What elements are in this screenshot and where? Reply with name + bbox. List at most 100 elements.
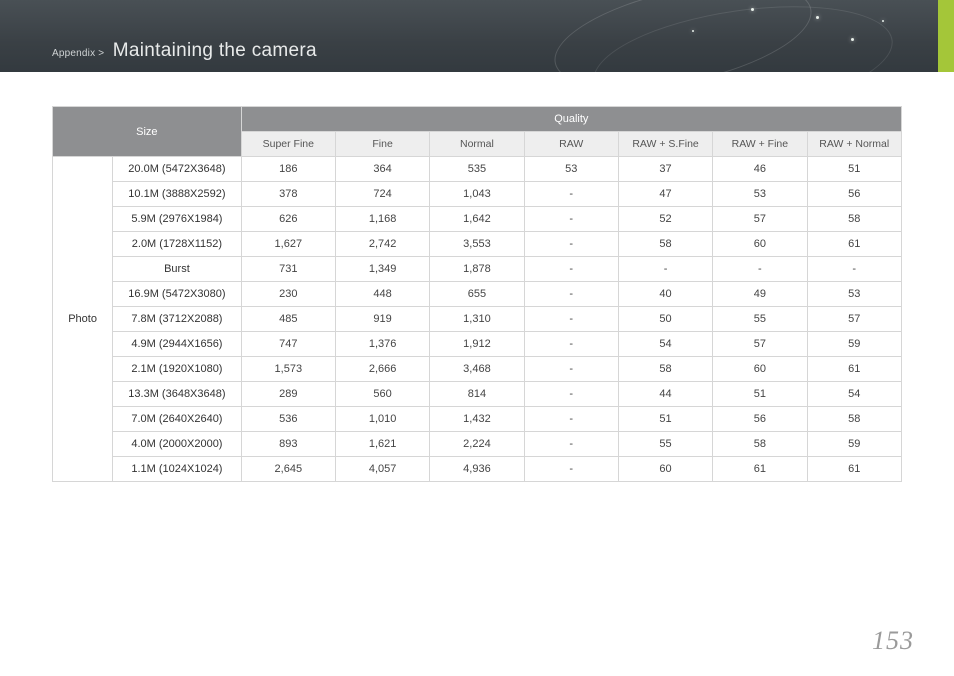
value-cell: 60 bbox=[618, 457, 712, 482]
value-cell: 814 bbox=[430, 382, 524, 407]
th-quality-col: RAW bbox=[524, 132, 618, 157]
value-cell: 626 bbox=[241, 207, 335, 232]
value-cell: 2,645 bbox=[241, 457, 335, 482]
value-cell: 655 bbox=[430, 282, 524, 307]
value-cell: 61 bbox=[807, 457, 901, 482]
value-cell: 1,010 bbox=[335, 407, 429, 432]
value-cell: 58 bbox=[618, 357, 712, 382]
sparkle-icon bbox=[882, 20, 884, 22]
value-cell: 1,432 bbox=[430, 407, 524, 432]
th-size: Size bbox=[53, 107, 242, 157]
table-row: 1.1M (1024X1024)2,6454,0574,936-606161 bbox=[53, 457, 902, 482]
value-cell: 485 bbox=[241, 307, 335, 332]
value-cell: - bbox=[524, 457, 618, 482]
value-cell: 186 bbox=[241, 157, 335, 182]
value-cell: - bbox=[524, 407, 618, 432]
value-cell: 57 bbox=[807, 307, 901, 332]
size-cell: 16.9M (5472X3080) bbox=[113, 282, 241, 307]
value-cell: 1,878 bbox=[430, 257, 524, 282]
size-cell: 2.1M (1920X1080) bbox=[113, 357, 241, 382]
table-row: 5.9M (2976X1984)6261,1681,642-525758 bbox=[53, 207, 902, 232]
value-cell: 46 bbox=[713, 157, 807, 182]
value-cell: - bbox=[618, 257, 712, 282]
value-cell: 1,642 bbox=[430, 207, 524, 232]
value-cell: 724 bbox=[335, 182, 429, 207]
size-cell: 7.0M (2640X2640) bbox=[113, 407, 241, 432]
value-cell: 60 bbox=[713, 232, 807, 257]
th-quality-col: RAW + Normal bbox=[807, 132, 901, 157]
value-cell: 2,224 bbox=[430, 432, 524, 457]
table-row: 2.1M (1920X1080)1,5732,6663,468-586061 bbox=[53, 357, 902, 382]
size-cell: 13.3M (3648X3648) bbox=[113, 382, 241, 407]
table-row: 4.0M (2000X2000)8931,6212,224-555859 bbox=[53, 432, 902, 457]
size-cell: 5.9M (2976X1984) bbox=[113, 207, 241, 232]
value-cell: 54 bbox=[618, 332, 712, 357]
size-cell: 1.1M (1024X1024) bbox=[113, 457, 241, 482]
table-row: Photo20.0M (5472X3648)18636453553374651 bbox=[53, 157, 902, 182]
breadcrumb-prefix: Appendix > bbox=[52, 48, 104, 59]
breadcrumb: Appendix > Maintaining the camera bbox=[52, 40, 317, 62]
value-cell: 364 bbox=[335, 157, 429, 182]
value-cell: 61 bbox=[807, 232, 901, 257]
value-cell: 55 bbox=[713, 307, 807, 332]
table-row: 7.0M (2640X2640)5361,0101,432-515658 bbox=[53, 407, 902, 432]
page-body: Size Quality Super FineFineNormalRAWRAW … bbox=[0, 72, 954, 482]
value-cell: 378 bbox=[241, 182, 335, 207]
value-cell: 44 bbox=[618, 382, 712, 407]
sparkle-icon bbox=[751, 8, 754, 11]
value-cell: 56 bbox=[807, 182, 901, 207]
value-cell: 3,553 bbox=[430, 232, 524, 257]
value-cell: 51 bbox=[807, 157, 901, 182]
value-cell: - bbox=[524, 207, 618, 232]
value-cell: - bbox=[524, 282, 618, 307]
value-cell: 731 bbox=[241, 257, 335, 282]
value-cell: 747 bbox=[241, 332, 335, 357]
value-cell: 4,057 bbox=[335, 457, 429, 482]
value-cell: 60 bbox=[713, 357, 807, 382]
value-cell: 59 bbox=[807, 332, 901, 357]
value-cell: 47 bbox=[618, 182, 712, 207]
value-cell: 52 bbox=[618, 207, 712, 232]
capacity-table: Size Quality Super FineFineNormalRAWRAW … bbox=[52, 106, 902, 482]
value-cell: - bbox=[524, 257, 618, 282]
value-cell: 56 bbox=[713, 407, 807, 432]
size-cell: 4.0M (2000X2000) bbox=[113, 432, 241, 457]
value-cell: - bbox=[524, 307, 618, 332]
th-quality-col: RAW + S.Fine bbox=[618, 132, 712, 157]
value-cell: - bbox=[524, 357, 618, 382]
th-quality-col: Super Fine bbox=[241, 132, 335, 157]
value-cell: 230 bbox=[241, 282, 335, 307]
value-cell: 893 bbox=[241, 432, 335, 457]
accent-strip bbox=[938, 0, 954, 72]
value-cell: 4,936 bbox=[430, 457, 524, 482]
value-cell: 536 bbox=[241, 407, 335, 432]
value-cell: 51 bbox=[713, 382, 807, 407]
value-cell: 57 bbox=[713, 207, 807, 232]
value-cell: 1,621 bbox=[335, 432, 429, 457]
page-header-band: Appendix > Maintaining the camera bbox=[0, 0, 954, 72]
size-cell: 7.8M (3712X2088) bbox=[113, 307, 241, 332]
page-title: Maintaining the camera bbox=[113, 40, 317, 61]
value-cell: 59 bbox=[807, 432, 901, 457]
value-cell: 61 bbox=[713, 457, 807, 482]
value-cell: 57 bbox=[713, 332, 807, 357]
th-quality-col: Normal bbox=[430, 132, 524, 157]
value-cell: 51 bbox=[618, 407, 712, 432]
value-cell: - bbox=[524, 382, 618, 407]
value-cell: 3,468 bbox=[430, 357, 524, 382]
value-cell: 2,666 bbox=[335, 357, 429, 382]
size-cell: Burst bbox=[113, 257, 241, 282]
value-cell: 2,742 bbox=[335, 232, 429, 257]
value-cell: - bbox=[524, 432, 618, 457]
value-cell: - bbox=[524, 182, 618, 207]
value-cell: 535 bbox=[430, 157, 524, 182]
value-cell: - bbox=[713, 257, 807, 282]
value-cell: 61 bbox=[807, 357, 901, 382]
size-cell: 4.9M (2944X1656) bbox=[113, 332, 241, 357]
sparkle-icon bbox=[692, 30, 694, 32]
value-cell: 1,310 bbox=[430, 307, 524, 332]
table-row: 7.8M (3712X2088)4859191,310-505557 bbox=[53, 307, 902, 332]
table-row: 13.3M (3648X3648)289560814-445154 bbox=[53, 382, 902, 407]
page-number: 153 bbox=[872, 626, 914, 656]
table-row: 2.0M (1728X1152)1,6272,7423,553-586061 bbox=[53, 232, 902, 257]
